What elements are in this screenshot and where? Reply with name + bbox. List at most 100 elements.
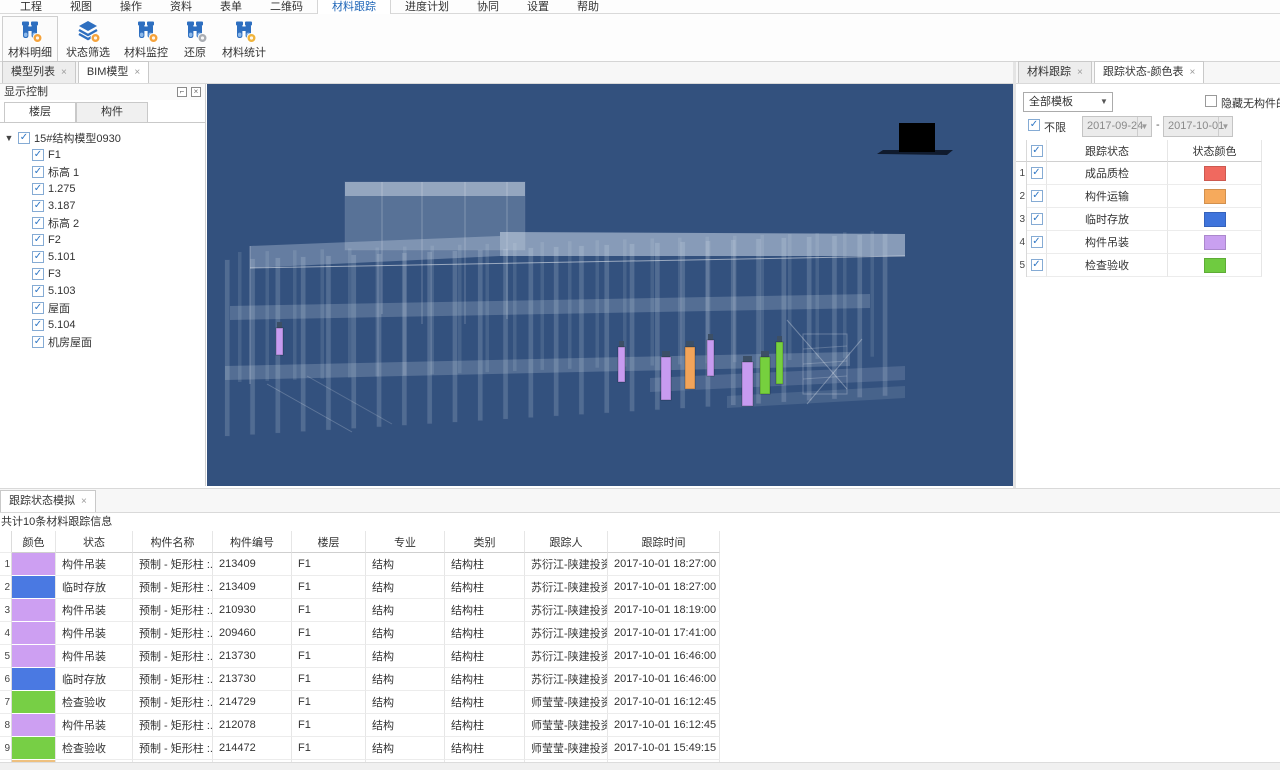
close-icon[interactable]: × — [134, 62, 140, 83]
tab-status-color-table[interactable]: 跟踪状态-颜色表 × — [1094, 61, 1205, 83]
template-select[interactable]: 全部模板 ▼ — [1023, 92, 1113, 112]
menu-item-11[interactable]: 帮助 — [563, 0, 613, 14]
cell-major: 结构 — [366, 622, 445, 645]
tree-checkbox[interactable] — [32, 268, 44, 280]
float-icon[interactable]: ⌐ — [177, 87, 187, 97]
close-icon[interactable]: × — [191, 87, 201, 97]
tree-item-11[interactable]: 5.104 — [4, 316, 205, 333]
binoculars-pin-icon — [17, 19, 43, 43]
tree-checkbox[interactable] — [32, 251, 44, 263]
tracking-row-7[interactable]: 7检查验收预制 - 矩形柱 :...214729F1结构结构柱师莹莹-陕建投资2… — [0, 691, 1280, 714]
cell-category: 结构柱 — [445, 599, 525, 622]
date-to-picker[interactable]: 2017-10-01 ▼ — [1163, 116, 1233, 137]
toolbar-button-layers-search[interactable]: 状态筛选 — [60, 16, 116, 62]
menu-item-3[interactable]: 操作 — [106, 0, 156, 14]
expander-icon[interactable]: ▼ — [4, 133, 14, 143]
cell-tracker: 苏衍江-陕建投资 — [525, 576, 608, 599]
tracking-row-8[interactable]: 8构件吊装预制 - 矩形柱 :...212078F1结构结构柱师莹莹-陕建投资2… — [0, 714, 1280, 737]
tree-item-12[interactable]: 机房屋面 — [4, 333, 205, 350]
tree-item-10[interactable]: 屋面 — [4, 299, 205, 316]
tree-item-4[interactable]: 3.187 — [4, 197, 205, 214]
tree-item-3[interactable]: 1.275 — [4, 180, 205, 197]
tracking-row-2[interactable]: 2临时存放预制 - 矩形柱 :...213409F1结构结构柱苏衍江-陕建投资2… — [0, 576, 1280, 599]
menu-item-6[interactable]: 二维码 — [256, 0, 317, 14]
tab-model-list[interactable]: 模型列表 × — [2, 61, 76, 83]
status-checkbox[interactable] — [1031, 213, 1043, 225]
menu-item-8[interactable]: 进度计划 — [391, 0, 463, 14]
tree-checkbox[interactable] — [32, 200, 44, 212]
menu-item-5[interactable]: 表单 — [206, 0, 256, 14]
status-row-5[interactable]: 5 检查验收 — [1016, 254, 1263, 277]
status-checkbox[interactable] — [1031, 236, 1043, 248]
tab-material-tracking[interactable]: 材料跟踪 × — [1018, 61, 1092, 83]
tree-item-9[interactable]: 5.103 — [4, 282, 205, 299]
menu-item-9[interactable]: 协同 — [463, 0, 513, 14]
close-icon[interactable]: × — [1077, 62, 1083, 83]
cell-major: 结构 — [366, 576, 445, 599]
col-2: 构件名称 — [133, 531, 213, 553]
date-to-value: 2017-10-01 — [1168, 120, 1224, 132]
tree-checkbox[interactable] — [32, 302, 44, 314]
menu-item-10[interactable]: 设置 — [513, 0, 563, 14]
tree-checkbox[interactable] — [18, 132, 30, 144]
status-row-2[interactable]: 2 构件运输 — [1016, 185, 1263, 208]
tracking-row-4[interactable]: 4构件吊装预制 - 矩形柱 :...209460F1结构结构柱苏衍江-陕建投资2… — [0, 622, 1280, 645]
tree-checkbox[interactable] — [32, 149, 44, 161]
tree-item-8[interactable]: F3 — [4, 265, 205, 282]
tracking-row-5[interactable]: 5构件吊装预制 - 矩形柱 :...213730F1结构结构柱苏衍江-陕建投资2… — [0, 645, 1280, 668]
row-color-swatch — [12, 668, 56, 691]
tree-item-2[interactable]: 标高 1 — [4, 163, 205, 180]
tree-item-1[interactable]: F1 — [4, 146, 205, 163]
tree-label: F2 — [48, 234, 61, 246]
hide-empty-checkbox[interactable] — [1205, 95, 1217, 107]
status-checkbox[interactable] — [1031, 259, 1043, 271]
tracking-row-6[interactable]: 6临时存放预制 - 矩形柱 :...213730F1结构结构柱苏衍江-陕建投资2… — [0, 668, 1280, 691]
tree-item-5[interactable]: 标高 2 — [4, 214, 205, 231]
tree-item-7[interactable]: 5.101 — [4, 248, 205, 265]
tree-root[interactable]: ▼ 15#结构模型0930 — [4, 129, 205, 146]
select-all-checkbox[interactable] — [1031, 145, 1043, 157]
menu-item-1[interactable]: 工程 — [6, 0, 56, 14]
status-checkbox[interactable] — [1031, 167, 1043, 179]
cell-category: 结构柱 — [445, 691, 525, 714]
status-row-4[interactable]: 4 构件吊装 — [1016, 231, 1263, 254]
cell-category: 结构柱 — [445, 622, 525, 645]
toolbar-button-binoculars-plus[interactable]: 材料统计 — [216, 16, 272, 62]
menu-item-7[interactable]: 材料跟踪 — [317, 0, 391, 14]
tree-checkbox[interactable] — [32, 234, 44, 246]
unlimited-checkbox[interactable] — [1028, 119, 1040, 131]
date-from-picker[interactable]: 2017-09-24 ▼ — [1082, 116, 1152, 137]
cell-status: 临时存放 — [56, 576, 133, 599]
tracking-row-9[interactable]: 9检查验收预制 - 矩形柱 :...214472F1结构结构柱师莹莹-陕建投资2… — [0, 737, 1280, 760]
tracking-simulation-panel: 跟踪状态模拟 × 共计10条材料跟踪信息 颜色状态构件名称构件编号楼层专业类别跟… — [0, 488, 1280, 770]
status-checkbox[interactable] — [1031, 190, 1043, 202]
tree-checkbox[interactable] — [32, 217, 44, 229]
toolbar-button-binoculars-restore[interactable]: 还原 — [176, 16, 214, 62]
close-icon[interactable]: × — [1190, 62, 1196, 83]
cell-major: 结构 — [366, 668, 445, 691]
tree-checkbox[interactable] — [32, 285, 44, 297]
cell-category: 结构柱 — [445, 668, 525, 691]
tree-checkbox[interactable] — [32, 183, 44, 195]
tracking-row-1[interactable]: 1构件吊装预制 - 矩形柱 :...213409F1结构结构柱苏衍江-陕建投资2… — [0, 553, 1280, 576]
tab-floors[interactable]: 楼层 — [4, 102, 76, 122]
tree-item-6[interactable]: F2 — [4, 231, 205, 248]
toolbar-button-binoculars-pin[interactable]: 材料明细 — [2, 16, 58, 62]
toolbar-button-binoculars-gear[interactable]: 材料监控 — [118, 16, 174, 62]
cell-floor: F1 — [292, 714, 366, 737]
tab-tracking-simulation[interactable]: 跟踪状态模拟 × — [0, 490, 96, 512]
tree-checkbox[interactable] — [32, 319, 44, 331]
status-row-3[interactable]: 3 临时存放 — [1016, 208, 1263, 231]
close-icon[interactable]: × — [81, 491, 87, 512]
tab-components[interactable]: 构件 — [76, 102, 148, 122]
horizontal-scrollbar[interactable] — [0, 762, 1280, 770]
viewport-3d[interactable] — [207, 84, 1013, 486]
tree-checkbox[interactable] — [32, 166, 44, 178]
close-icon[interactable]: × — [61, 62, 67, 83]
menu-item-2[interactable]: 视图 — [56, 0, 106, 14]
tree-checkbox[interactable] — [32, 336, 44, 348]
status-row-1[interactable]: 1 成品质检 — [1016, 162, 1263, 185]
menu-item-4[interactable]: 资料 — [156, 0, 206, 14]
tab-bim-model[interactable]: BIM模型 × — [78, 61, 149, 83]
tracking-row-3[interactable]: 3构件吊装预制 - 矩形柱 :...210930F1结构结构柱苏衍江-陕建投资2… — [0, 599, 1280, 622]
